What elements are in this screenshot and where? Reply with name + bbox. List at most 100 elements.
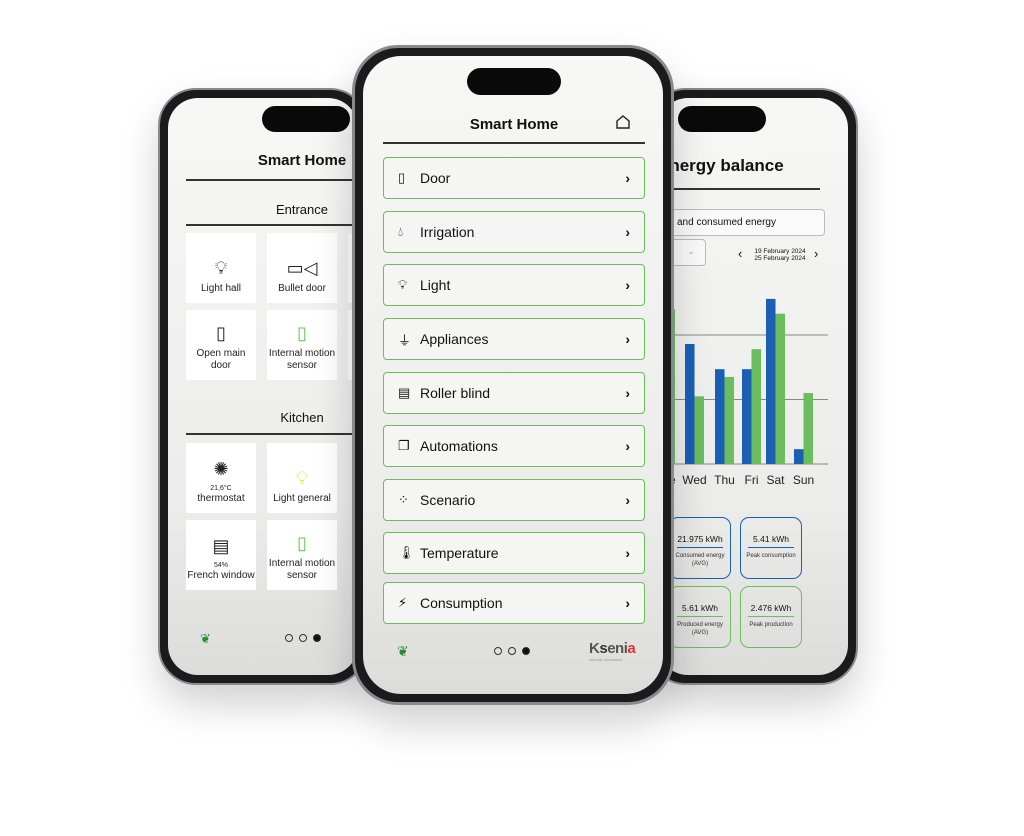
x-tick-label: Thu	[714, 473, 735, 487]
menu-label: Roller blind	[420, 385, 491, 401]
bar-fri-consumed	[742, 369, 752, 464]
bulb-icon: 💡︎	[398, 277, 408, 292]
tile-french-window[interactable]: ▤ 54% French window	[186, 520, 256, 590]
motion-sensor-icon: ▯	[297, 533, 307, 553]
stat-card: 2.476 kWh Peak production	[740, 586, 802, 648]
menu-label: Light	[420, 277, 451, 293]
stat-value: 2.476 kWh	[748, 603, 794, 617]
bar-sat-consumed	[766, 298, 776, 464]
bolt-icon: ⚡︎	[398, 595, 408, 610]
divider	[383, 142, 645, 144]
menu-item-temperature[interactable]: 🌡︎ Temperature ›	[383, 532, 645, 574]
bar-wed-produced	[694, 396, 704, 464]
stat-label: Produced energy (AVG)	[677, 622, 723, 636]
menu-item-scenario[interactable]: ⁘ Scenario ›	[383, 479, 645, 521]
chevron-right-icon: ›	[625, 385, 630, 401]
left-phone: Smart Home Entrance 💡︎ Light hall ▭◁ Bulle…	[158, 88, 368, 685]
chevron-right-icon: ›	[625, 224, 630, 240]
bar-fri-produced	[751, 349, 761, 464]
menu-item-roller-blind[interactable]: ▤ Roller blind ›	[383, 372, 645, 414]
tile-label: thermostat	[197, 493, 245, 504]
tile-label: Bullet door	[278, 283, 326, 294]
dynamic-island	[678, 106, 766, 132]
dynamic-island	[262, 106, 350, 132]
tile-value: 21,6°C	[210, 485, 232, 492]
menu-item-irrigation[interactable]: 💧︎ Irrigation ›	[383, 211, 645, 253]
menu-item-light[interactable]: 💡︎ Light ›	[383, 264, 645, 306]
section-kitchen: Kitchen	[280, 410, 324, 425]
x-tick-label: Sun	[793, 473, 814, 487]
section-entrance: Entrance	[275, 202, 329, 217]
stat-value: 5.41 kWh	[748, 534, 794, 548]
date-to: 25 February 2024	[754, 255, 806, 262]
tile-label: Internal motion sensor	[268, 558, 336, 581]
leaf-icon[interactable]: ❦	[397, 643, 409, 660]
date-range: 19 February 2024 25 February 2024	[746, 248, 814, 262]
menu-item-door[interactable]: ▯ Door ›	[383, 157, 645, 199]
stat-card: 5.61 kWh Produced energy (AVG)	[669, 586, 731, 648]
tile-label: Light hall	[200, 283, 242, 294]
tile-label: Open main door	[196, 348, 246, 371]
chevron-right-icon: ›	[625, 545, 630, 561]
tile-light-hall[interactable]: 💡︎ Light hall	[186, 233, 256, 303]
tile-light-general[interactable]: 💡︎ Light general	[267, 443, 337, 513]
chevron-right-icon: ›	[625, 277, 630, 293]
tile-open-main-door[interactable]: ▯ Open main door	[186, 310, 256, 380]
window-icon: ▤	[212, 536, 230, 556]
chevron-right-icon: ›	[625, 438, 630, 454]
ksenia-logo: Ksenia security innovation	[589, 640, 636, 662]
menu-label: Door	[420, 170, 451, 186]
stat-card: 5.41 kWh Peak consumption	[740, 517, 802, 579]
menu-label: Automations	[420, 438, 498, 454]
chevron-down-icon: ⌄	[687, 246, 695, 256]
menu-item-automations[interactable]: ❐ Automations ›	[383, 425, 645, 467]
chevron-right-icon: ›	[625, 595, 630, 611]
bar-thu-consumed	[715, 369, 725, 464]
divider	[186, 224, 358, 226]
x-tick-label: Sat	[766, 473, 785, 487]
stat-label: Peak production	[749, 622, 793, 628]
menu-label: Consumption	[420, 595, 503, 611]
page-title: Smart Home	[257, 152, 347, 169]
divider	[186, 179, 358, 181]
tile-label: Internal motion sensor	[268, 348, 336, 371]
date-next-button[interactable]: ›	[814, 246, 818, 261]
menu-label: Temperature	[420, 545, 499, 561]
dynamic-island	[467, 68, 561, 95]
menu-label: Scenario	[420, 492, 476, 508]
leaf-icon[interactable]: ❦	[200, 631, 211, 647]
middle-screen: Smart Home ▯ Door › 💧︎ Irrigation › 💡︎ Light › ⏚ A…	[363, 56, 663, 694]
page-title: Energy balance	[658, 156, 784, 175]
tile-label: Light general	[273, 493, 331, 504]
tile-motion-sensor-kitchen[interactable]: ▯ Internal motion sensor	[267, 520, 337, 590]
left-screen: Smart Home Entrance 💡︎ Light hall ▭◁ Bulle…	[168, 98, 358, 675]
door-icon: ▯	[398, 170, 406, 185]
tile-thermostat[interactable]: ✺ 21,6°C thermostat	[186, 443, 256, 513]
menu-item-appliances[interactable]: ⏚ Appliances ›	[383, 318, 645, 360]
date-prev-button[interactable]: ‹	[738, 246, 742, 261]
bar-thu-produced	[724, 376, 734, 464]
bulb-icon: 💡︎	[214, 258, 228, 278]
x-tick-label: Fri	[745, 473, 759, 487]
thermostat-icon: ✺	[213, 459, 229, 479]
middle-phone: Smart Home ▯ Door › 💧︎ Irrigation › 💡︎ Light › ⏚ A…	[352, 45, 674, 705]
stat-value: 21.975 kWh	[677, 534, 723, 548]
chevron-right-icon: ›	[625, 492, 630, 508]
chevron-right-icon: ›	[625, 331, 630, 347]
tile-label: French window	[187, 570, 255, 581]
bar-sun-consumed	[794, 449, 804, 464]
tile-motion-sensor[interactable]: ▯ Internal motion sensor	[267, 310, 337, 380]
plug-icon: ⏚	[398, 332, 412, 348]
energy-type-select[interactable]: and consumed energy	[658, 209, 825, 236]
door-icon: ▯	[216, 323, 226, 343]
page-indicator[interactable]	[285, 634, 321, 642]
date-from: 19 February 2024	[754, 248, 806, 255]
stat-label: Peak consumption	[746, 553, 796, 559]
right-phone: Energy balance and consumed energy ⌄ ‹ 1…	[648, 88, 858, 685]
motion-sensor-icon: ▯	[297, 323, 307, 343]
home-icon[interactable]	[615, 114, 631, 130]
page-indicator[interactable]	[494, 647, 530, 655]
tile-bullet-door[interactable]: ▭◁ Bullet door	[267, 233, 337, 303]
menu-item-consumption[interactable]: ⚡︎ Consumption ›	[383, 582, 645, 624]
bar-sat-produced	[775, 313, 785, 464]
